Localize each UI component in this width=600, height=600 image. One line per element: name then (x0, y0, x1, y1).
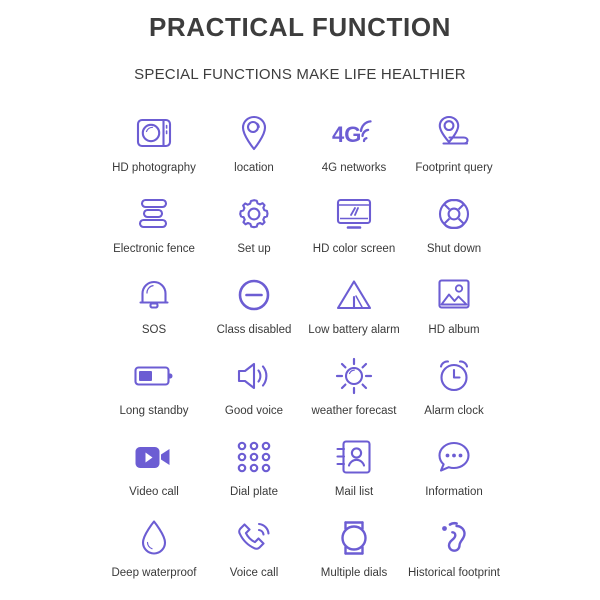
map-pin-icon[interactable] (238, 112, 270, 154)
feature-label: Long standby (119, 405, 189, 417)
feature-label: Footprint query (415, 162, 493, 174)
feature-label: Low battery alarm (308, 324, 400, 336)
sun-icon[interactable] (335, 355, 373, 397)
feature-item[interactable]: Electronic fence (104, 193, 204, 274)
feature-label: Dial plate (230, 486, 278, 498)
feature-label: Set up (237, 243, 271, 255)
feature-item[interactable]: Set up (204, 193, 304, 274)
feature-item[interactable]: Video call (104, 436, 204, 517)
feature-item[interactable]: Good voice (204, 355, 304, 436)
gear-icon[interactable] (236, 193, 272, 235)
video-camera-icon[interactable] (133, 436, 175, 478)
dial-pad-icon[interactable] (235, 436, 273, 478)
phone-call-icon[interactable] (235, 517, 273, 559)
photo-album-icon[interactable] (436, 274, 472, 316)
speaker-icon[interactable] (235, 355, 273, 397)
feature-item[interactable]: Footprint query (404, 112, 504, 193)
chat-bubble-icon[interactable] (436, 436, 472, 478)
feature-item[interactable]: HD album (404, 274, 504, 355)
feature-label: HD color screen (312, 243, 396, 255)
feature-item[interactable]: Alarm clock (404, 355, 504, 436)
footprint-icon[interactable] (436, 517, 472, 559)
feature-item[interactable]: Shut down (404, 193, 504, 274)
feature-item[interactable]: Dial plate (204, 436, 304, 517)
watch-dial-icon[interactable] (337, 517, 371, 559)
feature-label: Alarm clock (424, 405, 484, 417)
feature-item[interactable]: 4G 4G networks (304, 112, 404, 193)
feature-item[interactable]: Multiple dials (304, 517, 404, 598)
feature-item[interactable]: weather forecast (304, 355, 404, 436)
feature-item[interactable]: HD color screen (304, 193, 404, 274)
feature-item[interactable]: Long standby (104, 355, 204, 436)
feature-item[interactable]: HD photography (104, 112, 204, 193)
feature-label: location (234, 162, 274, 174)
feature-label: Shut down (426, 243, 482, 255)
feature-item[interactable]: Information (404, 436, 504, 517)
warning-triangle-icon[interactable] (334, 274, 374, 316)
svg-text:4G: 4G (332, 122, 361, 147)
page-subtitle: SPECIAL FUNCTIONS MAKE LIFE HEALTHIER (134, 66, 466, 83)
monitor-icon[interactable] (334, 193, 374, 235)
camera-icon[interactable] (134, 112, 174, 154)
footprint-query-icon[interactable] (434, 112, 474, 154)
feature-item[interactable]: Mail list (304, 436, 404, 517)
minus-circle-icon[interactable] (236, 274, 272, 316)
feature-label: Electronic fence (113, 243, 195, 255)
contact-book-icon[interactable] (335, 436, 373, 478)
practical-function-page: PRACTICAL FUNCTION SPECIAL FUNCTIONS MAK… (0, 0, 600, 600)
feature-label: Information (425, 486, 483, 498)
water-drop-icon[interactable] (139, 517, 169, 559)
feature-grid: HD photography location 4G 4G networks F… (104, 112, 504, 598)
lifebuoy-power-icon[interactable] (435, 193, 473, 235)
bell-icon[interactable] (137, 274, 171, 316)
feature-label: Multiple dials (320, 567, 388, 579)
feature-label: weather forecast (311, 405, 397, 417)
feature-item[interactable]: SOS (104, 274, 204, 355)
feature-label: SOS (141, 324, 167, 336)
feature-label: Good voice (224, 405, 284, 417)
feature-label: Voice call (229, 567, 279, 579)
fence-bars-icon[interactable] (135, 193, 173, 235)
battery-icon[interactable] (133, 355, 175, 397)
feature-item[interactable]: Class disabled (204, 274, 304, 355)
feature-item[interactable]: Voice call (204, 517, 304, 598)
feature-item[interactable]: location (204, 112, 304, 193)
feature-label: Mail list (334, 486, 374, 498)
feature-label: Class disabled (216, 324, 292, 336)
feature-label: HD album (428, 324, 480, 336)
feature-label: Deep waterproof (111, 567, 197, 579)
feature-label: 4G networks (321, 162, 387, 174)
page-title: PRACTICAL FUNCTION (148, 12, 452, 42)
feature-item[interactable]: Historical footprint (404, 517, 504, 598)
feature-label: HD photography (112, 162, 196, 174)
alarm-clock-icon[interactable] (435, 355, 473, 397)
feature-item[interactable]: Low battery alarm (304, 274, 404, 355)
page-header: PRACTICAL FUNCTION SPECIAL FUNCTIONS MAK… (0, 0, 600, 85)
feature-item[interactable]: Deep waterproof (104, 517, 204, 598)
feature-label: Historical footprint (407, 567, 501, 579)
feature-label: Video call (129, 486, 179, 498)
4g-signal-icon[interactable]: 4G (331, 112, 377, 154)
